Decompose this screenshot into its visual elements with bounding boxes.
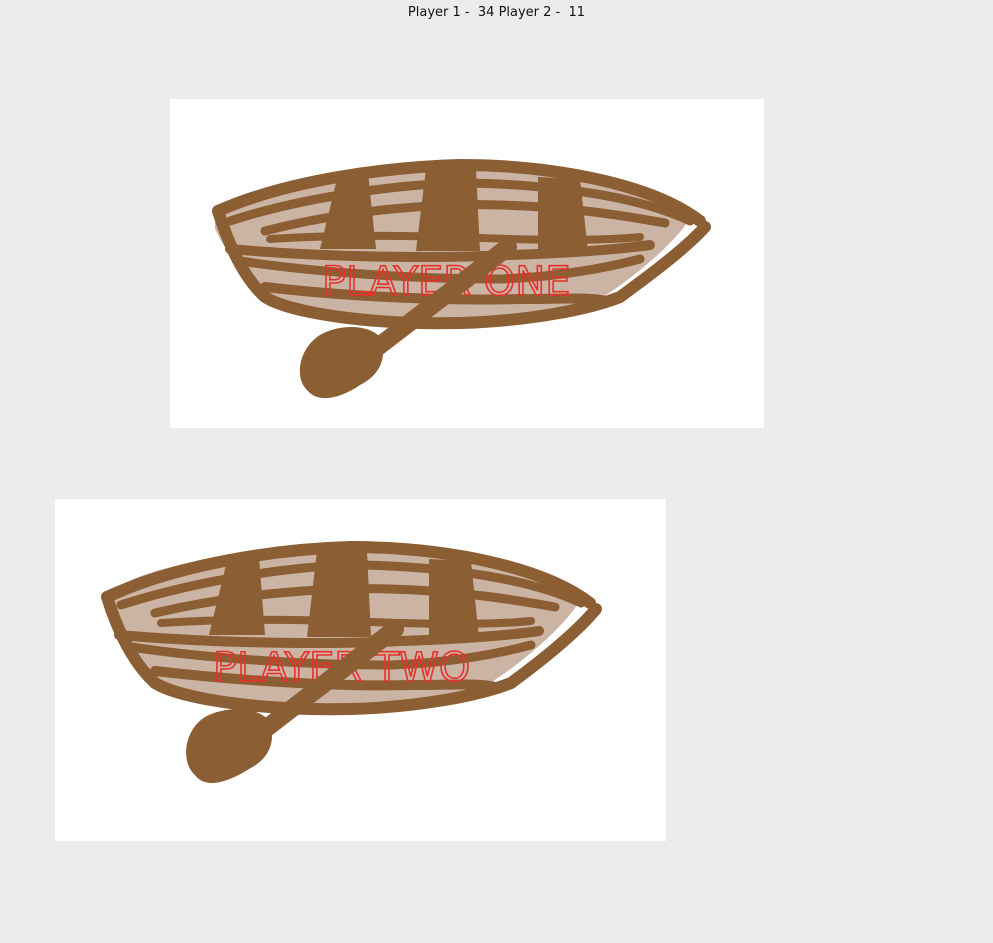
player1-label: Player 1 - xyxy=(407,5,470,20)
player-two-boat-button[interactable]: PLAYER TWO xyxy=(55,499,666,841)
scoreboard: Player 1 - 34 Player 2 - 11 xyxy=(0,4,993,21)
player-one-boat-button[interactable]: PLAYER ONE xyxy=(170,99,764,428)
player2-label: Player 2 - xyxy=(498,5,561,20)
rowboat-with-oar-icon: PLAYER ONE xyxy=(212,158,711,399)
rowboat-with-oar-icon: PLAYER TWO xyxy=(101,540,602,783)
player2-score: 11 xyxy=(568,5,586,20)
player1-score: 34 xyxy=(477,5,495,20)
